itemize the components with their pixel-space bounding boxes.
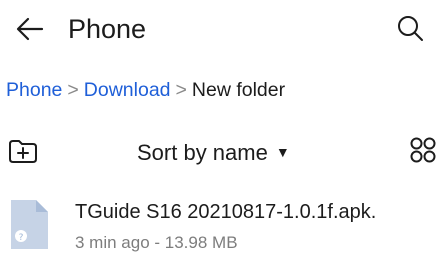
sort-dropdown[interactable]: Sort by name ▼	[137, 137, 290, 168]
apk-file-icon[interactable]: ?	[8, 198, 50, 251]
search-icon[interactable]	[396, 14, 424, 42]
breadcrumb: Phone > Download > New folder	[6, 77, 285, 103]
breadcrumb-separator: >	[175, 79, 187, 101]
file-meta: 3 min ago - 13.98 MB	[75, 233, 238, 252]
breadcrumb-current: New folder	[191, 79, 286, 101]
breadcrumb-item-phone[interactable]: Phone	[6, 79, 62, 101]
svg-text:?: ?	[19, 233, 24, 243]
back-arrow-icon[interactable]	[16, 16, 44, 42]
breadcrumb-item-download[interactable]: Download	[84, 79, 171, 101]
caret-down-icon: ▼	[275, 144, 290, 160]
breadcrumb-separator: >	[67, 79, 79, 101]
page-title: Phone	[68, 14, 147, 44]
grid-view-icon[interactable]	[410, 137, 436, 163]
sort-label: Sort by name	[137, 140, 268, 165]
new-folder-icon[interactable]	[8, 138, 38, 164]
file-name[interactable]: TGuide S16 20210817-1.0.1f.apk.	[75, 198, 376, 226]
